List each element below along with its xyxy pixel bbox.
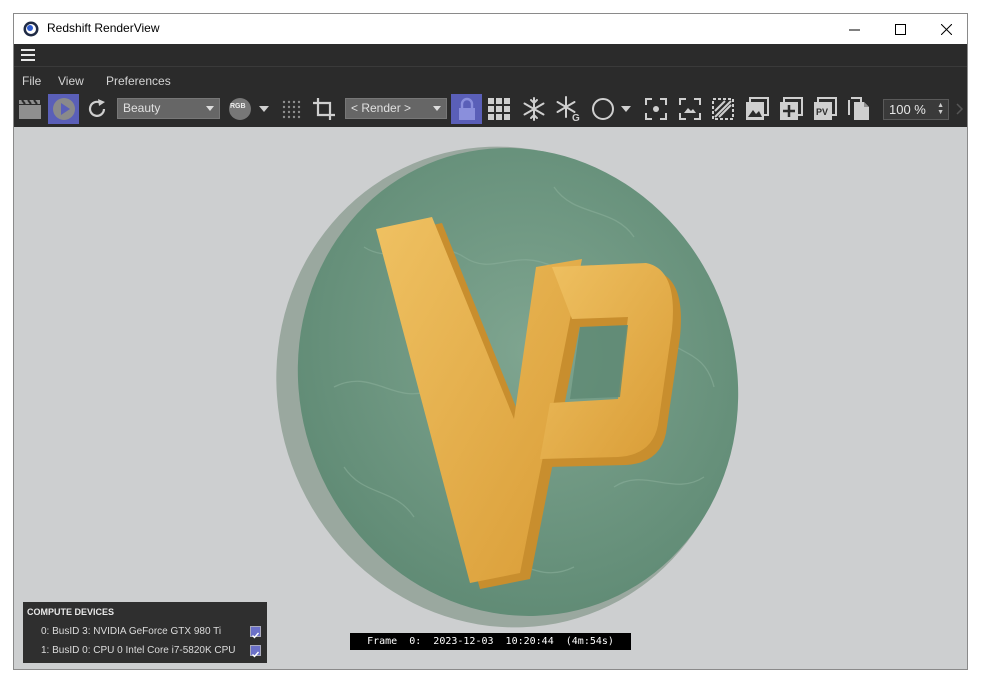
copy-icon	[848, 97, 869, 120]
device-checkbox[interactable]	[250, 626, 261, 639]
add-snapshot-icon	[780, 97, 803, 120]
bucket-grid-icon	[488, 98, 510, 120]
image-icon	[746, 97, 769, 120]
device-label: 0: BusID 3: NVIDIA GeForce GTX 980 Ti	[41, 626, 222, 637]
fit-button[interactable]	[676, 94, 704, 124]
crop-button[interactable]	[310, 94, 338, 124]
chevron-down-icon	[259, 106, 269, 112]
fit-icon	[679, 98, 701, 120]
play-icon	[52, 98, 75, 120]
menu-preferences[interactable]: Preferences	[106, 74, 171, 88]
toolbar-overflow-button[interactable]	[953, 94, 967, 124]
freeze-geometry-button[interactable]: G	[554, 94, 582, 124]
chevron-right-icon	[956, 103, 964, 115]
camera-dropdown[interactable]: < Render >	[345, 98, 447, 119]
lock-button[interactable]	[451, 94, 482, 124]
snowflake-g-icon: G	[556, 96, 580, 122]
chevron-down-icon	[621, 106, 631, 112]
minimize-button[interactable]	[831, 14, 877, 44]
device-checkbox[interactable]	[250, 645, 261, 658]
minimize-icon	[848, 29, 860, 30]
svg-text:G: G	[572, 113, 580, 122]
freeze-button[interactable]	[520, 94, 547, 124]
chevron-down-icon	[433, 106, 441, 111]
window-title: Redshift RenderView	[47, 21, 160, 35]
bucket-grid-button[interactable]	[486, 94, 512, 124]
refresh-icon	[88, 99, 106, 117]
clapperboard-icon	[19, 99, 41, 119]
channel-rgb-button[interactable]: RGB	[226, 94, 254, 124]
crop-icon	[313, 98, 335, 120]
focus-icon	[645, 98, 667, 120]
hamburger-bar	[14, 44, 967, 66]
sample-grid-button[interactable]	[279, 94, 303, 124]
aov-dropdown[interactable]: Beauty	[117, 98, 220, 119]
lock-icon	[458, 97, 475, 120]
pv-button[interactable]: PV	[811, 94, 839, 124]
close-button[interactable]	[923, 14, 967, 44]
chevron-down-icon	[206, 106, 214, 111]
spinner-arrows-icon[interactable]: ▲ ▼	[937, 102, 944, 116]
circle-icon	[592, 98, 614, 120]
snowflake-icon	[523, 97, 544, 121]
channel-label: RGB	[230, 103, 246, 110]
title-bar: Redshift RenderView	[14, 14, 967, 44]
check-icon	[252, 632, 260, 639]
camera-dropdown-value: < Render >	[351, 101, 412, 115]
focus-button[interactable]	[642, 94, 670, 124]
add-snapshot-button[interactable]	[777, 94, 805, 124]
maximize-icon	[894, 23, 906, 35]
compute-devices-header: COMPUTE DEVICES	[27, 607, 115, 617]
render-image	[276, 146, 739, 628]
refresh-button[interactable]	[84, 94, 110, 124]
close-icon	[940, 23, 952, 35]
start-render-button[interactable]	[48, 94, 79, 124]
pv-icon: PV	[814, 97, 837, 120]
menu-view[interactable]: View	[58, 74, 84, 88]
frame-status-bar: Frame 0: 2023-12-03 10:20:44 (4m:54s)	[350, 633, 631, 650]
channel-dropdown-arrow[interactable]	[257, 94, 271, 124]
menu-file[interactable]: File	[22, 74, 41, 88]
cinema4d-icon	[23, 21, 39, 37]
renderview-window: Redshift RenderView File View Preference…	[13, 13, 968, 670]
copy-button[interactable]	[845, 94, 873, 124]
zoom-spinbox[interactable]: 100 % ▲ ▼	[883, 99, 949, 120]
image-button[interactable]	[743, 94, 771, 124]
svg-text:PV: PV	[816, 107, 828, 117]
circle-button[interactable]	[590, 94, 616, 124]
compute-devices-panel: COMPUTE DEVICES 0: BusID 3: NVIDIA GeFor…	[23, 602, 267, 663]
hamburger-menu-icon[interactable]	[20, 47, 36, 63]
maximize-button[interactable]	[877, 14, 923, 44]
sample-grid-icon	[282, 100, 301, 119]
render-viewport[interactable]	[14, 127, 967, 669]
zoom-value: 100 %	[889, 102, 926, 117]
compare-icon	[712, 98, 734, 120]
snapshot-clapper-button[interactable]	[16, 94, 44, 124]
compare-button[interactable]	[709, 94, 737, 124]
circle-dropdown-arrow[interactable]	[620, 94, 632, 124]
check-icon	[252, 651, 260, 658]
menu-bar: File View Preferences	[14, 66, 967, 94]
device-label: 1: BusID 0: CPU 0 Intel Core i7-5820K CP…	[41, 645, 236, 656]
aov-dropdown-value: Beauty	[123, 101, 161, 115]
toolbar: Beauty RGB < Render > G PV 100 % ▲ ▼	[14, 94, 967, 127]
